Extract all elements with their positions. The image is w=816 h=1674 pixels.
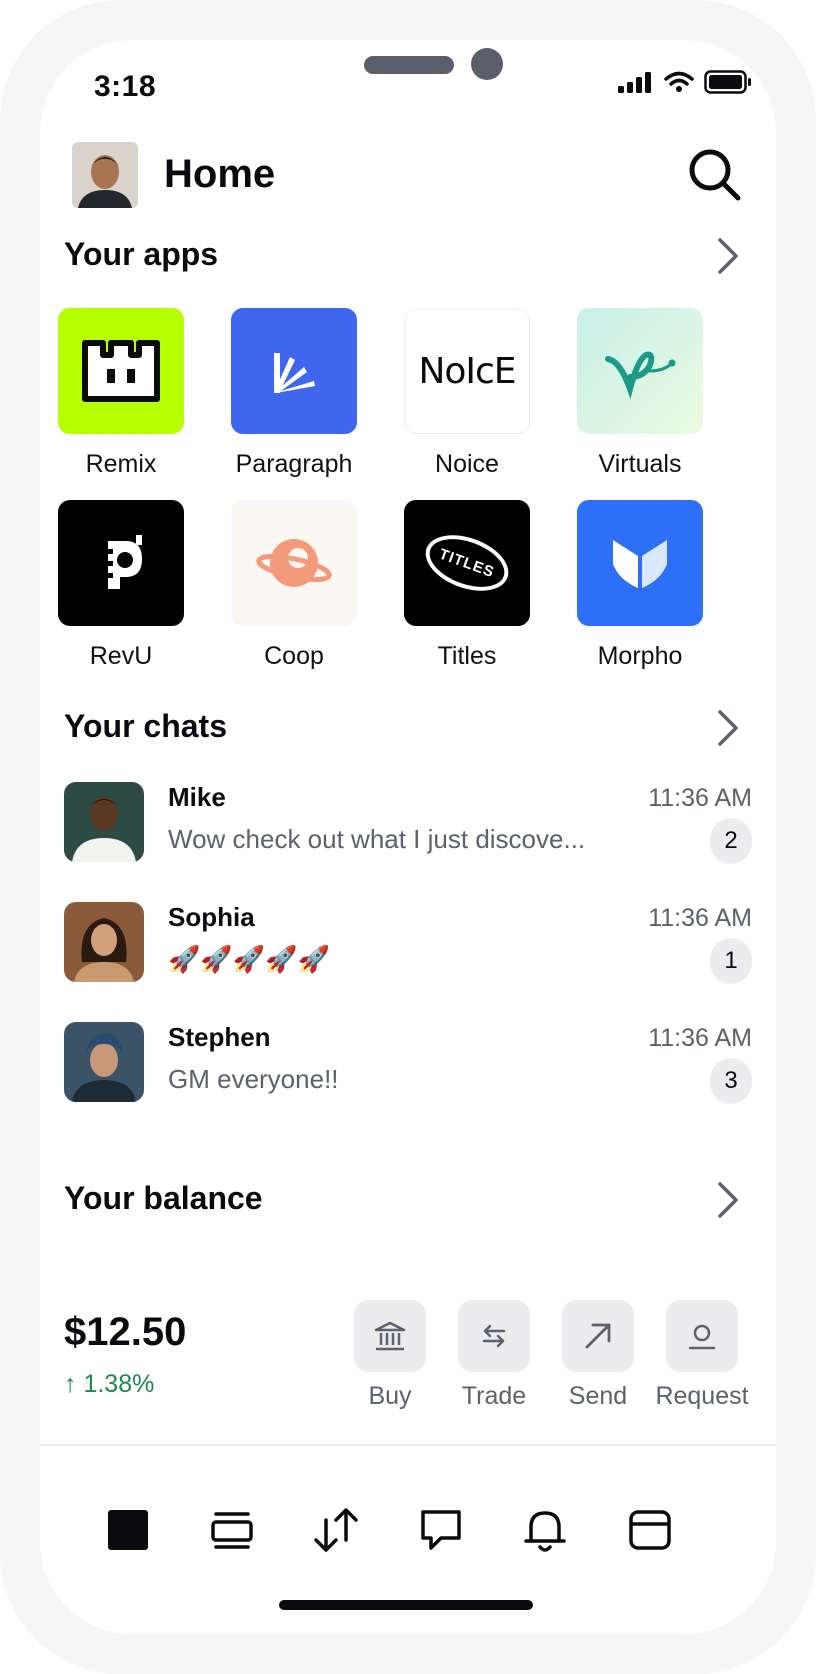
profile-photo bbox=[72, 142, 138, 208]
unread-badge: 1 bbox=[710, 938, 752, 984]
buy-label: Buy bbox=[368, 1382, 412, 1410]
nav-wallet[interactable] bbox=[620, 1500, 680, 1560]
bank-icon bbox=[354, 1300, 426, 1372]
chat-message: Wow check out what I just discove... bbox=[168, 824, 586, 854]
apps-section-title: Your apps bbox=[64, 236, 219, 272]
chat-message: GM everyone!! bbox=[168, 1064, 339, 1094]
titles-icon: TITLES bbox=[404, 500, 530, 626]
chat-icon bbox=[421, 1510, 461, 1550]
noice-logo-text: NoIcE bbox=[418, 350, 516, 392]
chats-section-title: Your chats bbox=[64, 708, 227, 744]
app-label: Noice bbox=[435, 450, 499, 478]
app-label: Remix bbox=[85, 450, 157, 478]
chat-message: 🚀🚀🚀🚀🚀 bbox=[168, 944, 330, 974]
nav-divider bbox=[40, 1444, 776, 1446]
app-titles[interactable]: TITLES Titles bbox=[387, 500, 547, 671]
nav-transfer[interactable] bbox=[306, 1500, 366, 1560]
arrow-up-right-icon bbox=[562, 1300, 634, 1372]
chat-time: 11:36 AM bbox=[648, 1024, 752, 1052]
trade-button[interactable]: Trade bbox=[444, 1300, 544, 1411]
send-label: Send bbox=[568, 1382, 628, 1410]
app-coop[interactable]: Coop bbox=[214, 500, 374, 671]
chat-avatar bbox=[64, 1022, 144, 1102]
signal-icon bbox=[618, 72, 651, 93]
remix-icon bbox=[58, 308, 184, 434]
home-indicator[interactable] bbox=[279, 1600, 533, 1610]
nav-home[interactable] bbox=[98, 1500, 158, 1560]
chat-time: 11:36 AM bbox=[648, 904, 752, 932]
balance-chevron-right-icon[interactable] bbox=[714, 1180, 742, 1220]
battery-icon bbox=[704, 70, 751, 94]
home-icon bbox=[108, 1510, 148, 1550]
app-noice[interactable]: NoIcE Noice bbox=[387, 308, 547, 479]
nav-feed[interactable] bbox=[202, 1500, 262, 1560]
balance-amount: $12.50 bbox=[64, 1310, 187, 1354]
revu-icon bbox=[58, 500, 184, 626]
chats-chevron-right-icon[interactable] bbox=[714, 708, 742, 748]
app-paragraph[interactable]: Paragraph bbox=[214, 308, 374, 479]
titles-logo-text: TITLES bbox=[436, 545, 497, 581]
paragraph-icon bbox=[231, 308, 357, 434]
chat-item-stephen[interactable]: Stephen GM everyone!! 11:36 AM 3 bbox=[64, 1022, 752, 1106]
dynamic-island-pill bbox=[364, 56, 454, 74]
chat-item-mike[interactable]: Mike Wow check out what I just discove..… bbox=[64, 782, 752, 866]
unread-badge: 3 bbox=[710, 1058, 752, 1104]
app-label: Coop bbox=[264, 642, 324, 670]
app-morpho[interactable]: Morpho bbox=[560, 500, 720, 671]
status-icons bbox=[618, 70, 752, 94]
nav-chats[interactable] bbox=[411, 1500, 471, 1560]
chat-name: Sophia bbox=[168, 902, 255, 932]
phone-screen: 3:18 Home Your apps Remix Paragraph NoIc… bbox=[40, 40, 776, 1634]
morpho-icon bbox=[577, 500, 703, 626]
user-request-icon bbox=[666, 1300, 738, 1372]
send-button[interactable]: Send bbox=[548, 1300, 648, 1411]
swap-icon bbox=[458, 1300, 530, 1372]
balance-section-title: Your balance bbox=[64, 1180, 263, 1216]
request-label: Request bbox=[655, 1382, 749, 1410]
app-label: Titles bbox=[437, 642, 497, 670]
search-icon[interactable] bbox=[686, 146, 746, 206]
status-time: 3:18 bbox=[94, 70, 157, 103]
buy-button[interactable]: Buy bbox=[340, 1300, 440, 1411]
request-button[interactable]: Request bbox=[652, 1300, 752, 1411]
apps-chevron-right-icon[interactable] bbox=[714, 236, 742, 276]
page-title: Home bbox=[164, 152, 276, 196]
wifi-icon bbox=[664, 71, 694, 92]
virtuals-icon bbox=[577, 308, 703, 434]
feed-icon bbox=[211, 1512, 253, 1549]
nav-notifications[interactable] bbox=[515, 1500, 575, 1560]
chat-avatar bbox=[64, 782, 144, 862]
chat-time: 11:36 AM bbox=[648, 784, 752, 812]
coop-icon bbox=[231, 500, 357, 626]
chat-name: Stephen bbox=[168, 1022, 271, 1052]
app-label: Paragraph bbox=[235, 450, 353, 478]
bell-icon bbox=[524, 1511, 566, 1552]
chat-item-sophia[interactable]: Sophia 🚀🚀🚀🚀🚀 11:36 AM 1 bbox=[64, 902, 752, 986]
profile-avatar[interactable] bbox=[72, 142, 138, 208]
noice-icon: NoIcE bbox=[404, 308, 530, 434]
app-label: Virtuals bbox=[598, 450, 682, 478]
app-label: RevU bbox=[89, 642, 153, 670]
balance-change: ↑ 1.38% bbox=[64, 1370, 155, 1398]
app-remix[interactable]: Remix bbox=[41, 308, 201, 479]
trade-label: Trade bbox=[461, 1382, 527, 1410]
app-revu[interactable]: RevU bbox=[41, 500, 201, 671]
transfer-icon bbox=[314, 1508, 358, 1552]
app-label: Morpho bbox=[597, 642, 683, 670]
app-virtuals[interactable]: Virtuals bbox=[560, 308, 720, 479]
chat-avatar bbox=[64, 902, 144, 982]
unread-badge: 2 bbox=[710, 818, 752, 864]
wallet-icon bbox=[629, 1510, 671, 1550]
chat-name: Mike bbox=[168, 782, 226, 812]
camera-dot bbox=[471, 48, 503, 80]
